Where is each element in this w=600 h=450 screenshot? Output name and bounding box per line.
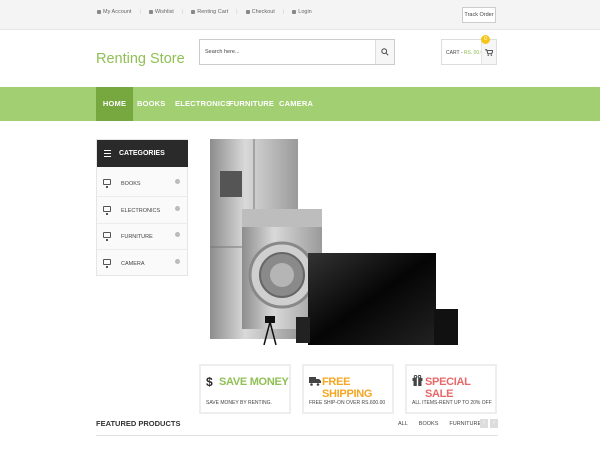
search-box [199, 39, 395, 65]
monitor-icon [103, 232, 111, 241]
search-input[interactable] [200, 40, 376, 64]
hero-banner-image[interactable] [208, 137, 460, 345]
category-furniture[interactable]: FURNITURE [97, 224, 187, 250]
nav-camera[interactable]: CAMERA [279, 87, 313, 121]
plus-icon [175, 179, 180, 184]
monitor-icon [103, 259, 111, 268]
divider [96, 435, 498, 436]
cart-icon [191, 10, 196, 14]
nav-books[interactable]: BOOKS [137, 87, 165, 121]
top-bar: My Account | Wishlist | Renting Cart | C… [0, 0, 600, 30]
plus-icon [175, 259, 180, 264]
heart-icon [148, 10, 153, 14]
categories-panel: CATEGORIES BOOKS ELECTRONICS FURNITURE C… [96, 139, 188, 276]
track-order-button[interactable]: Track Order [462, 7, 496, 23]
prev-arrow-icon[interactable]: ‹ [480, 419, 488, 428]
nav-electronics[interactable]: ELECTRONICS [175, 87, 231, 121]
nav-furniture[interactable]: FURNITURE [229, 87, 274, 121]
user-icon [97, 10, 101, 14]
basket-icon [485, 48, 493, 56]
category-books[interactable]: BOOKS [97, 171, 187, 197]
feature-save-money: $ SAVE MONEY SAVE MONEY BY RENTING. [199, 364, 291, 414]
category-electronics[interactable]: ELECTRONICS [97, 198, 187, 224]
category-camera[interactable]: CAMERA [97, 251, 187, 277]
my-account-link[interactable]: My Account [97, 9, 131, 15]
monitor-icon [103, 206, 111, 215]
plus-icon [175, 232, 180, 237]
nav-home[interactable]: HOME [96, 87, 133, 121]
featured-tabs: ALL BOOKS FURNITURE [398, 421, 481, 427]
cart-label: CART - [446, 50, 464, 56]
menu-icon [104, 150, 111, 157]
featured-products-title: FEATURED PRODUCTS [96, 419, 181, 428]
cart-count-badge: 0 [481, 35, 490, 44]
categories-header[interactable]: CATEGORIES [97, 140, 188, 167]
login-icon [292, 10, 297, 14]
tab-books[interactable]: BOOKS [419, 421, 439, 427]
checkout-link[interactable]: Checkout [245, 9, 275, 15]
truck-icon [309, 375, 321, 389]
plus-icon [175, 206, 180, 211]
next-arrow-icon[interactable]: › [490, 419, 498, 428]
tab-furniture[interactable]: FURNITURE [449, 421, 481, 427]
cart-widget[interactable]: CART - RS. 00.00 0 [441, 35, 497, 65]
monitor-icon [103, 179, 111, 188]
main-nav: HOME BOOKS ELECTRONICS FURNITURE CAMERA [0, 87, 600, 121]
feature-free-shipping: FREE SHIPPING FREE SHIP-ON OVER RS.600.0… [302, 364, 394, 414]
feature-special-sale: SPECIAL SALE ALL ITEMS-RENT UP TO 20% OF… [405, 364, 497, 414]
login-link[interactable]: Login [292, 9, 312, 15]
search-icon [381, 48, 389, 56]
search-button[interactable] [375, 40, 394, 64]
gift-icon [412, 374, 423, 389]
top-links: My Account | Wishlist | Renting Cart | C… [97, 9, 312, 15]
renting-cart-link[interactable]: Renting Cart [191, 9, 228, 15]
check-icon [245, 10, 250, 14]
wishlist-link[interactable]: Wishlist [148, 9, 174, 15]
tab-all[interactable]: ALL [398, 421, 408, 427]
site-logo[interactable]: Renting Store [96, 51, 185, 67]
dollar-icon: $ [206, 375, 213, 389]
